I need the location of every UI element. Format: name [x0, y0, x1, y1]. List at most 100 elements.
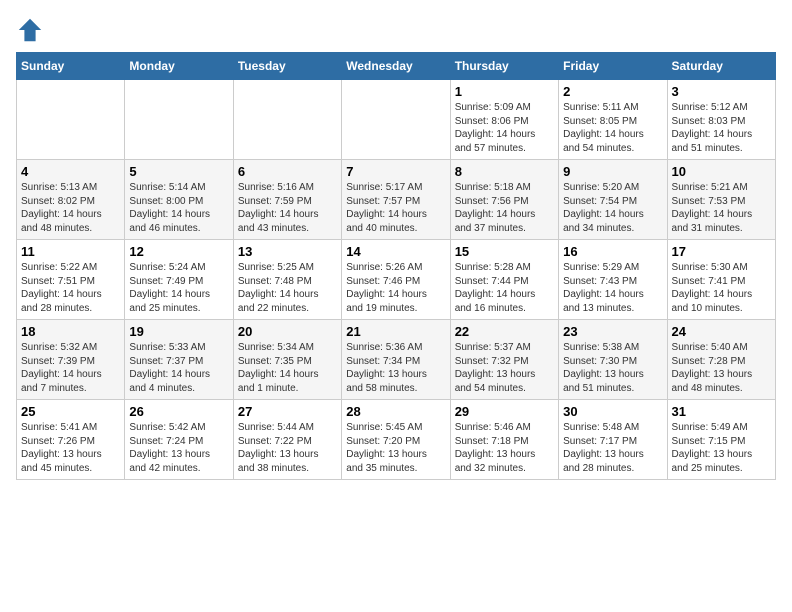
day-detail: Sunrise: 5:16 AMSunset: 7:59 PMDaylight:…	[238, 181, 337, 235]
day-detail: Sunrise: 5:24 AMSunset: 7:49 PMDaylight:…	[129, 261, 228, 315]
day-cell: 27 Sunrise: 5:44 AMSunset: 7:22 PMDayligh…	[233, 400, 341, 480]
day-number: 15	[455, 244, 554, 259]
day-cell: 17 Sunrise: 5:30 AMSunset: 7:41 PMDayligh…	[667, 240, 775, 320]
day-cell: 16Sunrise: 5:29 AMSunset: 7:43 PMDayligh…	[559, 240, 667, 320]
day-cell: 9Sunrise: 5:20 AMSunset: 7:54 PMDaylight…	[559, 160, 667, 240]
day-cell: 5 Sunrise: 5:14 AMSunset: 8:00 PMDaylight…	[125, 160, 233, 240]
day-number: 20	[238, 324, 337, 339]
day-detail: Sunrise: 5:12 AMSunset: 8:03 PMDaylight:…	[672, 101, 771, 155]
week-row-2: 4 Sunrise: 5:13 AMSunset: 8:02 PMDaylight…	[17, 160, 776, 240]
day-number: 2	[563, 84, 662, 99]
day-header-wednesday: Wednesday	[342, 53, 450, 80]
day-detail: Sunrise: 5:33 AMSunset: 7:37 PMDaylight:…	[129, 341, 228, 395]
day-header-monday: Monday	[125, 53, 233, 80]
day-number: 23	[563, 324, 662, 339]
day-detail: Sunrise: 5:22 AMSunset: 7:51 PMDaylight:…	[21, 261, 120, 315]
day-cell: 18 Sunrise: 5:32 AMSunset: 7:39 PMDayligh…	[17, 320, 125, 400]
day-cell: 25 Sunrise: 5:41 AMSunset: 7:26 PMDayligh…	[17, 400, 125, 480]
day-cell: 8 Sunrise: 5:18 AMSunset: 7:56 PMDaylight…	[450, 160, 558, 240]
day-cell: 14Sunrise: 5:26 AMSunset: 7:46 PMDayligh…	[342, 240, 450, 320]
day-detail: Sunrise: 5:48 AMSunset: 7:17 PMDaylight:…	[563, 421, 662, 475]
day-cell: 31 Sunrise: 5:49 AMSunset: 7:15 PMDayligh…	[667, 400, 775, 480]
day-detail: Sunrise: 5:36 AMSunset: 7:34 PMDaylight:…	[346, 341, 445, 395]
day-detail: Sunrise: 5:18 AMSunset: 7:56 PMDaylight:…	[455, 181, 554, 235]
day-detail: Sunrise: 5:29 AMSunset: 7:43 PMDaylight:…	[563, 261, 662, 315]
day-detail: Sunrise: 5:44 AMSunset: 7:22 PMDaylight:…	[238, 421, 337, 475]
day-cell	[233, 80, 341, 160]
day-cell: 3 Sunrise: 5:12 AMSunset: 8:03 PMDaylight…	[667, 80, 775, 160]
day-cell	[125, 80, 233, 160]
day-cell: 4 Sunrise: 5:13 AMSunset: 8:02 PMDaylight…	[17, 160, 125, 240]
day-header-friday: Friday	[559, 53, 667, 80]
day-cell: 15Sunrise: 5:28 AMSunset: 7:44 PMDayligh…	[450, 240, 558, 320]
day-header-saturday: Saturday	[667, 53, 775, 80]
day-detail: Sunrise: 5:11 AMSunset: 8:05 PMDaylight:…	[563, 101, 662, 155]
day-number: 30	[563, 404, 662, 419]
day-detail: Sunrise: 5:26 AMSunset: 7:46 PMDaylight:…	[346, 261, 445, 315]
day-detail: Sunrise: 5:40 AMSunset: 7:28 PMDaylight:…	[672, 341, 771, 395]
day-number: 4	[21, 164, 120, 179]
day-number: 17	[672, 244, 771, 259]
day-number: 1	[455, 84, 554, 99]
day-number: 3	[672, 84, 771, 99]
day-detail: Sunrise: 5:21 AMSunset: 7:53 PMDaylight:…	[672, 181, 771, 235]
day-number: 6	[238, 164, 337, 179]
week-row-3: 11Sunrise: 5:22 AMSunset: 7:51 PMDayligh…	[17, 240, 776, 320]
day-cell: 30 Sunrise: 5:48 AMSunset: 7:17 PMDayligh…	[559, 400, 667, 480]
day-cell: 13Sunrise: 5:25 AMSunset: 7:48 PMDayligh…	[233, 240, 341, 320]
day-detail: Sunrise: 5:34 AMSunset: 7:35 PMDaylight:…	[238, 341, 337, 395]
day-number: 27	[238, 404, 337, 419]
day-detail: Sunrise: 5:30 AMSunset: 7:41 PMDaylight:…	[672, 261, 771, 315]
day-number: 8	[455, 164, 554, 179]
day-header-sunday: Sunday	[17, 53, 125, 80]
day-cell: 19Sunrise: 5:33 AMSunset: 7:37 PMDayligh…	[125, 320, 233, 400]
day-cell: 21 Sunrise: 5:36 AMSunset: 7:34 PMDayligh…	[342, 320, 450, 400]
day-cell: 29 Sunrise: 5:46 AMSunset: 7:18 PMDayligh…	[450, 400, 558, 480]
day-number: 24	[672, 324, 771, 339]
day-detail: Sunrise: 5:32 AMSunset: 7:39 PMDaylight:…	[21, 341, 120, 395]
day-detail: Sunrise: 5:13 AMSunset: 8:02 PMDaylight:…	[21, 181, 120, 235]
day-header-tuesday: Tuesday	[233, 53, 341, 80]
day-cell: 12 Sunrise: 5:24 AMSunset: 7:49 PMDayligh…	[125, 240, 233, 320]
logo	[16, 16, 48, 44]
week-row-4: 18 Sunrise: 5:32 AMSunset: 7:39 PMDayligh…	[17, 320, 776, 400]
day-number: 18	[21, 324, 120, 339]
day-detail: Sunrise: 5:49 AMSunset: 7:15 PMDaylight:…	[672, 421, 771, 475]
header	[16, 16, 776, 44]
day-number: 21	[346, 324, 445, 339]
day-number: 26	[129, 404, 228, 419]
day-cell: 11Sunrise: 5:22 AMSunset: 7:51 PMDayligh…	[17, 240, 125, 320]
logo-icon	[16, 16, 44, 44]
day-detail: Sunrise: 5:41 AMSunset: 7:26 PMDaylight:…	[21, 421, 120, 475]
day-cell: 22Sunrise: 5:37 AMSunset: 7:32 PMDayligh…	[450, 320, 558, 400]
day-number: 12	[129, 244, 228, 259]
calendar-table: SundayMondayTuesdayWednesdayThursdayFrid…	[16, 52, 776, 480]
day-detail: Sunrise: 5:09 AMSunset: 8:06 PMDaylight:…	[455, 101, 554, 155]
day-detail: Sunrise: 5:17 AMSunset: 7:57 PMDaylight:…	[346, 181, 445, 235]
day-number: 31	[672, 404, 771, 419]
day-cell	[17, 80, 125, 160]
day-detail: Sunrise: 5:46 AMSunset: 7:18 PMDaylight:…	[455, 421, 554, 475]
day-cell: 26 Sunrise: 5:42 AMSunset: 7:24 PMDayligh…	[125, 400, 233, 480]
day-cell: 28Sunrise: 5:45 AMSunset: 7:20 PMDayligh…	[342, 400, 450, 480]
day-cell: 20 Sunrise: 5:34 AMSunset: 7:35 PMDayligh…	[233, 320, 341, 400]
day-number: 25	[21, 404, 120, 419]
day-detail: Sunrise: 5:14 AMSunset: 8:00 PMDaylight:…	[129, 181, 228, 235]
week-row-1: 1 Sunrise: 5:09 AMSunset: 8:06 PMDaylight…	[17, 80, 776, 160]
days-header-row: SundayMondayTuesdayWednesdayThursdayFrid…	[17, 53, 776, 80]
day-number: 29	[455, 404, 554, 419]
day-number: 5	[129, 164, 228, 179]
day-cell: 6 Sunrise: 5:16 AMSunset: 7:59 PMDaylight…	[233, 160, 341, 240]
day-cell	[342, 80, 450, 160]
day-cell: 10Sunrise: 5:21 AMSunset: 7:53 PMDayligh…	[667, 160, 775, 240]
week-row-5: 25 Sunrise: 5:41 AMSunset: 7:26 PMDayligh…	[17, 400, 776, 480]
day-number: 7	[346, 164, 445, 179]
day-cell: 24 Sunrise: 5:40 AMSunset: 7:28 PMDayligh…	[667, 320, 775, 400]
day-number: 13	[238, 244, 337, 259]
day-detail: Sunrise: 5:42 AMSunset: 7:24 PMDaylight:…	[129, 421, 228, 475]
day-cell: 2 Sunrise: 5:11 AMSunset: 8:05 PMDaylight…	[559, 80, 667, 160]
day-detail: Sunrise: 5:45 AMSunset: 7:20 PMDaylight:…	[346, 421, 445, 475]
day-number: 9	[563, 164, 662, 179]
day-detail: Sunrise: 5:38 AMSunset: 7:30 PMDaylight:…	[563, 341, 662, 395]
day-cell: 23 Sunrise: 5:38 AMSunset: 7:30 PMDayligh…	[559, 320, 667, 400]
